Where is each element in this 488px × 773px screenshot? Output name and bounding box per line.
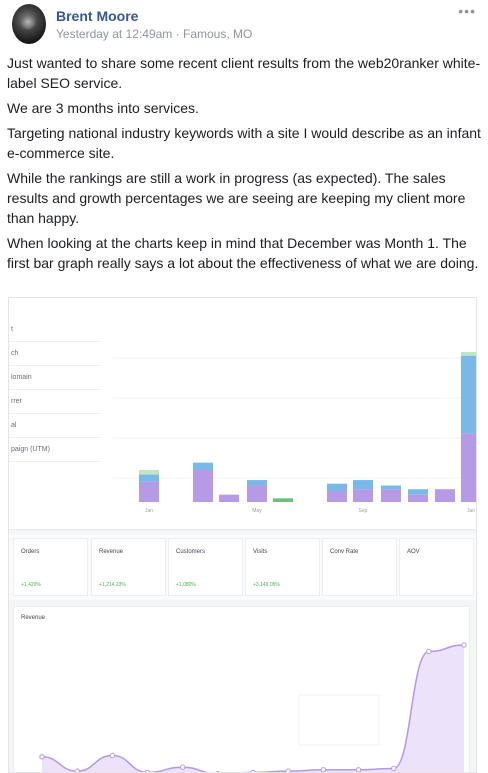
metric-label: Customers — [176, 549, 206, 555]
bar-segment — [353, 480, 373, 490]
post-location[interactable]: Famous, MO — [183, 27, 252, 41]
revenue-point — [109, 752, 116, 759]
metric-card-conv-rate: Conv Rate — [322, 538, 397, 596]
metric-value: +1,214.23% — [99, 582, 126, 588]
metrics-panel: Orders +1,420% Revenue +1,214.23% Custom… — [9, 534, 476, 600]
bar-segment — [461, 355, 476, 434]
revenue-point — [355, 767, 362, 772]
analytics-sidebar: t ch lomain rrer al paign (UTM) — [9, 318, 101, 462]
x-tick-label: May — [252, 508, 262, 514]
metric-card-revenue: Revenue +1,214.23% — [91, 538, 166, 596]
post-paragraph: Just wanted to share some recent client … — [7, 55, 481, 91]
analytics-top-panel: t ch lomain rrer al paign (UTM) Jan May Se… — [9, 298, 476, 530]
metric-card-visits: Visits +3,149.05% — [245, 538, 320, 596]
sidebar-item: paign (UTM) — [9, 438, 101, 462]
sidebar-item: ch — [9, 342, 101, 366]
bar-segment — [461, 352, 476, 356]
bar-segment — [139, 481, 159, 502]
revenue-point — [320, 767, 327, 772]
revenue-point — [285, 768, 291, 772]
monthly-bar-chart: Jan May Sep Jan — [113, 352, 476, 514]
post-paragraph: When looking at the charts keep in mind … — [7, 235, 479, 271]
bar-segment — [435, 489, 455, 502]
bar-segment — [408, 489, 428, 495]
revenue-point — [179, 764, 186, 770]
revenue-panel: Revenue — [13, 606, 470, 772]
post-meta: Yesterday at 12:49am · Famous, MO — [56, 27, 252, 41]
metric-card-orders: Orders +1,420% — [13, 538, 88, 596]
bar-segment — [273, 498, 293, 502]
post-body: Just wanted to share some recent client … — [7, 53, 481, 278]
x-tick-label: Sep — [359, 508, 368, 514]
metric-label: AOV — [407, 549, 420, 555]
bar-segment — [193, 462, 213, 470]
avatar[interactable] — [12, 4, 46, 44]
post-timestamp[interactable]: Yesterday at 12:49am — [56, 27, 172, 41]
bar-segment — [461, 433, 476, 502]
metric-card-aov: AOV — [399, 538, 474, 596]
metric-card-customers: Customers +1,080% — [168, 538, 243, 596]
bar-segment — [327, 491, 347, 502]
attached-screenshot[interactable]: t ch lomain rrer al paign (UTM) Jan May Se… — [8, 297, 477, 773]
sidebar-item: al — [9, 414, 101, 438]
bar-segment — [353, 489, 373, 502]
metric-label: Orders — [21, 549, 40, 555]
x-tick-label: Jan — [145, 508, 153, 514]
sidebar-item: rrer — [9, 390, 101, 414]
revenue-point — [39, 754, 45, 760]
post-header: Brent Moore Yesterday at 12:49am · Famou… — [12, 0, 476, 50]
bar-segment — [193, 469, 213, 502]
post-paragraph: Targeting national industry keywords wit… — [7, 125, 481, 161]
meta-separator: · — [175, 27, 180, 41]
bar-segment — [219, 494, 239, 502]
bar-segment — [139, 474, 159, 482]
ellipsis-icon[interactable]: ••• — [458, 4, 476, 18]
revenue-area-chart — [39, 642, 467, 772]
author-name[interactable]: Brent Moore — [56, 8, 138, 24]
revenue-area — [42, 645, 464, 772]
sidebar-item: t — [9, 318, 101, 342]
bar-segment — [381, 485, 401, 490]
metric-label: Revenue — [99, 549, 124, 555]
metric-value: +3,149.05% — [253, 582, 280, 588]
bar-segment — [247, 485, 267, 502]
bar-segment — [408, 494, 428, 502]
metric-value: +1,080% — [176, 582, 196, 588]
revenue-title: Revenue — [21, 615, 46, 621]
x-tick-label: Jan — [467, 508, 475, 514]
bar-segment — [381, 489, 401, 502]
bar-segment — [139, 469, 159, 475]
revenue-point — [390, 765, 397, 772]
post-paragraph: While the rankings are still a work in p… — [7, 170, 466, 226]
revenue-point — [461, 642, 467, 648]
metric-label: Visits — [253, 549, 268, 555]
metric-value: +1,420% — [21, 582, 41, 588]
sidebar-item: lomain — [9, 366, 101, 390]
tooltip-box — [298, 694, 380, 746]
revenue-line — [41, 644, 465, 772]
revenue-point — [74, 768, 80, 772]
metric-label: Conv Rate — [330, 549, 359, 555]
bar-segment — [327, 483, 347, 492]
post-paragraph: We are 3 months into services. — [7, 100, 199, 116]
revenue-point — [426, 648, 432, 655]
bar-segment — [247, 480, 267, 486]
